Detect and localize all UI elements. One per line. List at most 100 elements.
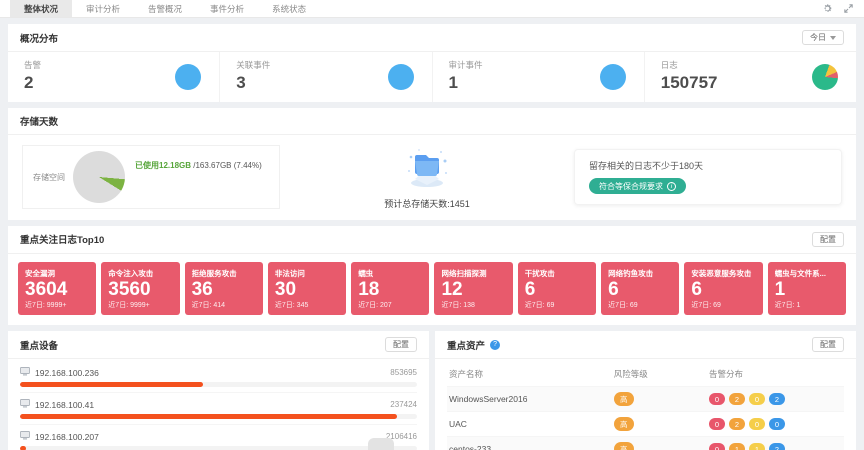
- nav-tab[interactable]: 系统状态: [258, 0, 320, 17]
- top-log-name: 蠕虫: [358, 268, 422, 279]
- device-log-count: 853695: [390, 368, 417, 377]
- top-log-recent: 近7日: 9999+: [25, 300, 89, 310]
- storage-body: 存储空间 已使用12.18GB /163.67GB (7.44%) 预计总存储天…: [8, 135, 856, 220]
- top-log-value: 6: [691, 279, 755, 301]
- top-log-recent: 近7日: 1: [775, 300, 839, 310]
- top-log-card[interactable]: 拒绝服务攻击36近7日: 414: [185, 262, 263, 316]
- top-log-recent: 近7日: 69: [691, 300, 755, 310]
- top-log-value: 18: [358, 279, 422, 301]
- storage-usage-text: 已使用12.18GB /163.67GB (7.44%): [135, 160, 262, 171]
- top-log-recent: 近7日: 345: [275, 300, 339, 310]
- assets-title: 重点资产: [447, 338, 485, 352]
- assets-config-button[interactable]: 配置: [812, 337, 844, 352]
- asset-name: centos-233: [447, 444, 614, 450]
- asset-row[interactable]: centos-233高0112: [447, 436, 844, 450]
- top-log-recent: 近7日: 138: [441, 300, 505, 310]
- top-log-card[interactable]: 非法访问30近7日: 345: [268, 262, 346, 316]
- alarm-badge: 2: [729, 393, 745, 405]
- bottom-float-widget[interactable]: [368, 438, 394, 450]
- overview-card: 概况分布 今日 告警2关联事件3审计事件1日志150757: [8, 24, 856, 102]
- top-log-card[interactable]: 蠕虫18近7日: 207: [351, 262, 429, 316]
- nav-tab[interactable]: 告警概况: [134, 0, 196, 17]
- alarm-badge: 0: [749, 418, 765, 430]
- assets-table-header: 资产名称 风险等级 告警分布: [447, 361, 844, 386]
- bottom-row: 重点设备 配置 192.168.100.236853695192.168.100…: [8, 331, 856, 450]
- overview-header: 概况分布 今日: [8, 24, 856, 52]
- risk-badge: 高: [614, 442, 634, 450]
- device-ip: 192.168.100.207: [35, 432, 99, 442]
- fullscreen-expand-icon[interactable]: [843, 3, 854, 14]
- top-log-recent: 近7日: 207: [358, 300, 422, 310]
- top-log-card[interactable]: 命令注入攻击3560近7日: 9999+: [101, 262, 179, 316]
- devices-title: 重点设备: [20, 338, 58, 352]
- device-row[interactable]: 192.168.100.2072106416: [20, 425, 417, 450]
- settings-gear-icon[interactable]: [822, 3, 833, 14]
- stat-item: 审计事件1: [433, 52, 645, 102]
- alarm-badge: 0: [769, 418, 785, 430]
- device-bar-fill: [20, 382, 203, 387]
- top-log-name: 网络钓鱼攻击: [608, 268, 672, 279]
- top-log-card[interactable]: 网络钓鱼攻击6近7日: 69: [601, 262, 679, 316]
- device-row[interactable]: 192.168.100.41237424: [20, 393, 417, 425]
- top-log-value: 36: [192, 279, 256, 301]
- compliance-status-button[interactable]: 符合等保合规要求 i: [589, 178, 686, 194]
- asset-name: UAC: [447, 419, 614, 429]
- stat-item: 告警2: [8, 52, 220, 102]
- top-logs-config-button[interactable]: 配置: [812, 232, 844, 247]
- device-ip: 192.168.100.236: [35, 368, 99, 378]
- storage-used-value: 已使用12.18GB: [135, 161, 191, 170]
- nav-tabs: 整体状况审计分析告警概况事件分析系统状态: [10, 0, 320, 17]
- top-log-name: 网络扫描探测: [441, 268, 505, 279]
- top-logs-card: 重点关注日志Top10 配置 安全漏洞3604近7日: 9999+命令注入攻击3…: [8, 226, 856, 326]
- top-log-recent: 近7日: 69: [608, 300, 672, 310]
- top-log-value: 1: [775, 279, 839, 301]
- devices-card: 重点设备 配置 192.168.100.236853695192.168.100…: [8, 331, 429, 450]
- top-log-name: 安装恶意服务攻击: [691, 268, 755, 279]
- assets-table-body: WindowsServer2016高0202UAC高0200centos-233…: [447, 386, 844, 450]
- time-range-dropdown[interactable]: 今日: [802, 30, 844, 45]
- compliance-notice-text: 留存相关的日志不少于180天: [589, 159, 827, 172]
- stat-item: 日志150757: [645, 52, 856, 102]
- devices-header: 重点设备 配置: [8, 331, 429, 359]
- top-log-value: 6: [608, 279, 672, 301]
- asset-alarm-cell: 0202: [709, 393, 844, 405]
- storage-total-value: /163.67GB (7.44%): [191, 161, 262, 170]
- top-log-recent: 近7日: 414: [192, 300, 256, 310]
- assets-col-risk: 风险等级: [614, 368, 709, 380]
- devices-config-button[interactable]: 配置: [385, 337, 417, 352]
- top-log-name: 拒绝服务攻击: [192, 268, 256, 279]
- top-log-card[interactable]: 网络扫描探测12近7日: 138: [434, 262, 512, 316]
- top-log-card[interactable]: 安全漏洞3604近7日: 9999+: [18, 262, 96, 316]
- asset-row[interactable]: UAC高0200: [447, 411, 844, 436]
- top-log-card[interactable]: 蠕虫与文件系...1近7日: 1: [768, 262, 846, 316]
- alarm-badge: 0: [709, 393, 725, 405]
- nav-tab[interactable]: 审计分析: [72, 0, 134, 17]
- storage-days-box: 预计总存储天数:1451: [298, 145, 556, 210]
- nav-tab[interactable]: 事件分析: [196, 0, 258, 17]
- top-log-value: 12: [441, 279, 505, 301]
- device-row-head: 192.168.100.2072106416: [20, 431, 417, 442]
- asset-row[interactable]: WindowsServer2016高0202: [447, 386, 844, 411]
- assets-card: 重点资产 ? 配置 资产名称 风险等级 告警分布 WindowsServer20…: [435, 331, 856, 450]
- top-log-recent: 近7日: 69: [525, 300, 589, 310]
- help-icon[interactable]: ?: [490, 340, 500, 350]
- computer-icon: [20, 399, 30, 410]
- device-ip: 192.168.100.41: [35, 400, 94, 410]
- top-log-value: 30: [275, 279, 339, 301]
- device-row[interactable]: 192.168.100.236 853695: [20, 361, 417, 393]
- overview-title: 概况分布: [20, 31, 58, 45]
- storage-days-text: 预计总存储天数:1451: [384, 197, 470, 210]
- stat-circle-icon: [175, 64, 201, 90]
- top-log-card[interactable]: 干扰攻击6近7日: 69: [518, 262, 596, 316]
- folder-illustration-icon: [401, 145, 453, 194]
- asset-risk-cell: 高: [614, 392, 709, 406]
- top-logs-cards: 安全漏洞3604近7日: 9999+命令注入攻击3560近7日: 9999+拒绝…: [8, 254, 856, 326]
- storage-space-box: 存储空间 已使用12.18GB /163.67GB (7.44%): [22, 145, 280, 209]
- device-bar-fill: [20, 414, 397, 419]
- top-log-name: 蠕虫与文件系...: [775, 268, 839, 279]
- device-row-head: 192.168.100.41237424: [20, 399, 417, 410]
- nav-tab[interactable]: 整体状况: [10, 0, 72, 17]
- top-log-name: 安全漏洞: [25, 268, 89, 279]
- device-bar-track: [20, 382, 417, 387]
- top-log-card[interactable]: 安装恶意服务攻击6近7日: 69: [684, 262, 762, 316]
